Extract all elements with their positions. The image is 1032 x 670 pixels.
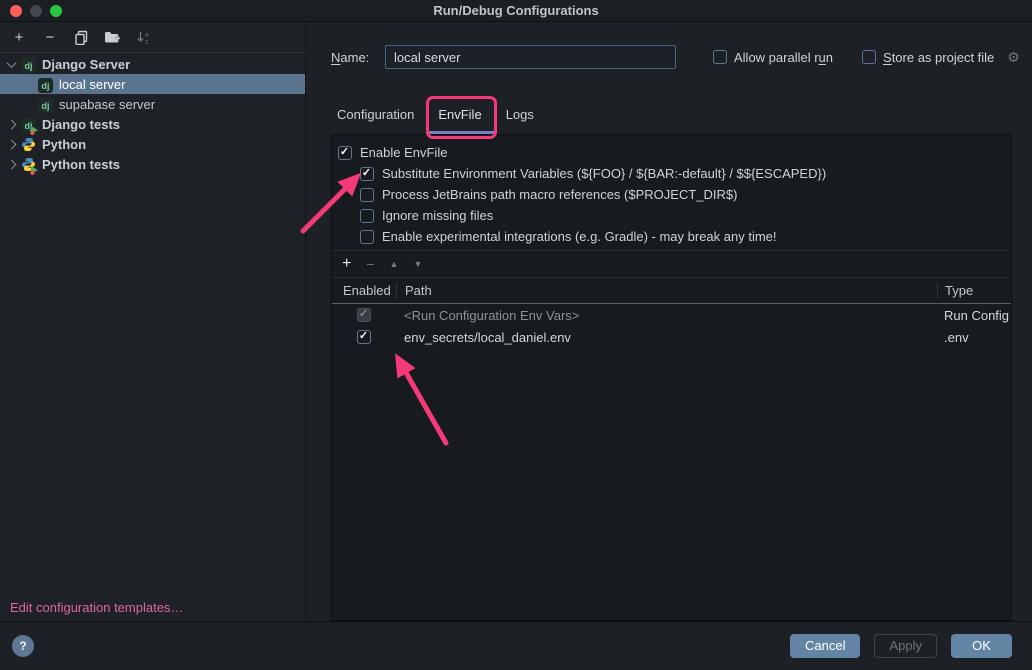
option-substitute-env-vars[interactable]: Substitute Environment Variables (${FOO}… xyxy=(338,163,1005,184)
title-bar: Run/Debug Configurations xyxy=(0,0,1032,22)
add-configuration-icon[interactable]: + xyxy=(10,28,28,46)
env-files-toolbar: + − ▲ ▼ xyxy=(332,251,1011,278)
env-files-table-header: Enabled Path Type xyxy=(332,278,1011,304)
tree-item-django-server[interactable]: dj Django Server xyxy=(0,54,305,74)
configurations-sidebar: + − az dj Django Server xyxy=(0,22,306,621)
tree-item-django-tests[interactable]: dj Django tests xyxy=(0,114,305,134)
python-icon xyxy=(21,137,36,152)
chevron-right-icon[interactable] xyxy=(7,139,17,149)
sort-alphabetically-icon[interactable]: az xyxy=(134,28,152,46)
django-tests-icon: dj xyxy=(21,117,36,132)
django-icon: dj xyxy=(38,77,53,92)
svg-text:z: z xyxy=(145,38,148,45)
apply-button[interactable]: Apply xyxy=(874,634,937,658)
option-enable-envfile[interactable]: Enable EnvFile xyxy=(338,142,1005,163)
table-row[interactable]: <Run Configuration Env Vars> Run Config xyxy=(332,304,1011,326)
allow-parallel-run-label: Allow parallel run xyxy=(734,50,833,65)
store-as-project-file-label: Store as project file xyxy=(883,50,994,65)
row-enabled-checkbox xyxy=(357,308,371,322)
run-debug-configurations-dialog: Run/Debug Configurations + − az xyxy=(0,0,1032,670)
row-path: env_secrets/local_daniel.env xyxy=(396,330,937,345)
tree-item-local-server[interactable]: dj local server xyxy=(0,74,305,94)
python-tests-icon xyxy=(21,157,36,172)
move-down-icon[interactable]: ▼ xyxy=(413,259,422,269)
django-icon: dj xyxy=(21,57,36,72)
table-empty-area xyxy=(332,348,1011,620)
allow-parallel-run-checkbox[interactable] xyxy=(713,50,727,64)
store-as-project-file-option[interactable]: Store as project file ⚙ xyxy=(862,49,1020,66)
column-header-enabled[interactable]: Enabled xyxy=(332,283,396,298)
tab-configuration[interactable]: Configuration xyxy=(325,100,426,134)
envfile-panel: Enable EnvFile Substitute Environment Va… xyxy=(331,134,1012,621)
allow-parallel-run-option[interactable]: Allow parallel run xyxy=(713,50,833,65)
svg-text:a: a xyxy=(145,31,149,38)
ok-button[interactable]: OK xyxy=(951,634,1012,658)
django-icon: dj xyxy=(38,97,53,112)
remove-env-file-icon[interactable]: − xyxy=(366,256,374,272)
chevron-down-icon[interactable] xyxy=(7,58,17,68)
remove-configuration-icon[interactable]: − xyxy=(41,28,59,46)
substitute-env-vars-checkbox[interactable] xyxy=(360,167,374,181)
ignore-missing-files-checkbox[interactable] xyxy=(360,209,374,223)
row-path: <Run Configuration Env Vars> xyxy=(396,308,937,323)
tree-item-python[interactable]: Python xyxy=(0,134,305,154)
edit-configuration-templates-link[interactable]: Edit configuration templates… xyxy=(10,600,183,615)
envfile-options: Enable EnvFile Substitute Environment Va… xyxy=(332,135,1011,251)
cancel-button[interactable]: Cancel xyxy=(790,634,860,658)
move-up-icon[interactable]: ▲ xyxy=(390,259,399,269)
name-row: Name: Allow parallel run Store as projec… xyxy=(331,45,1032,69)
store-as-project-file-checkbox[interactable] xyxy=(862,50,876,64)
row-enabled-checkbox[interactable] xyxy=(357,330,371,344)
configurations-tree: dj Django Server dj local server dj supa… xyxy=(0,53,305,174)
name-input[interactable] xyxy=(385,45,676,69)
dialog-footer: ? Cancel Apply OK xyxy=(0,621,1032,669)
tab-logs[interactable]: Logs xyxy=(494,100,546,134)
tab-envfile[interactable]: EnvFile xyxy=(426,100,493,134)
add-env-file-icon[interactable]: + xyxy=(342,255,351,273)
column-header-type[interactable]: Type xyxy=(937,283,1011,298)
chevron-right-icon[interactable] xyxy=(7,159,17,169)
column-header-path[interactable]: Path xyxy=(396,283,937,298)
name-label: Name: xyxy=(331,50,385,65)
question-mark-icon: ? xyxy=(19,639,26,653)
sidebar-toolbar: + − az xyxy=(0,22,305,53)
configuration-tabs: Configuration EnvFile Logs xyxy=(325,100,1032,134)
row-type: .env xyxy=(937,330,1011,345)
process-path-macros-checkbox[interactable] xyxy=(360,188,374,202)
option-experimental-integrations[interactable]: Enable experimental integrations (e.g. G… xyxy=(338,226,1005,247)
window-title: Run/Debug Configurations xyxy=(0,0,1032,22)
new-folder-icon[interactable] xyxy=(103,28,121,46)
tree-item-python-tests[interactable]: Python tests xyxy=(0,154,305,174)
row-type: Run Config xyxy=(937,308,1011,323)
option-ignore-missing-files[interactable]: Ignore missing files xyxy=(338,205,1005,226)
copy-configuration-icon[interactable] xyxy=(72,28,90,46)
help-button[interactable]: ? xyxy=(12,635,34,657)
option-process-path-macros[interactable]: Process JetBrains path macro references … xyxy=(338,184,1005,205)
table-row[interactable]: env_secrets/local_daniel.env .env xyxy=(332,326,1011,348)
tree-item-supabase-server[interactable]: dj supabase server xyxy=(0,94,305,114)
configuration-editor: Name: Allow parallel run Store as projec… xyxy=(306,22,1032,621)
experimental-integrations-checkbox[interactable] xyxy=(360,230,374,244)
gear-icon[interactable]: ⚙ xyxy=(1007,49,1020,66)
enable-envfile-checkbox[interactable] xyxy=(338,146,352,160)
chevron-right-icon[interactable] xyxy=(7,119,17,129)
